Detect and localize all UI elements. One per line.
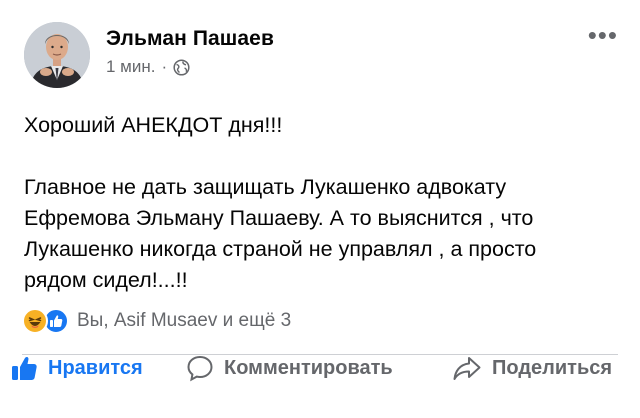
post-headline: Хороший АНЕКДОТ дня!!!	[24, 113, 283, 137]
reactions-bar[interactable]: Вы, Asif Musaev и ещё 3	[22, 308, 291, 334]
post-meta: Эльман Пашаев 1 мин. ·	[106, 27, 274, 77]
meta-separator: ·	[161, 57, 168, 76]
comment-bubble-icon	[187, 355, 213, 382]
comment-button[interactable]: Комментировать	[186, 354, 393, 382]
thumbs-up-icon	[12, 356, 37, 380]
haha-reaction-icon	[22, 308, 48, 334]
post-body: Хороший АНЕКДОТ дня!!! Главное не дать з…	[24, 110, 624, 296]
like-button[interactable]: Нравится	[10, 354, 143, 382]
author-name[interactable]: Эльман Пашаев	[106, 27, 274, 51]
post-header: Эльман Пашаев 1 мин. ·	[24, 22, 274, 88]
facebook-post: Эльман Пашаев 1 мин. · ••• Хороший АНЕКД…	[0, 0, 640, 418]
share-button[interactable]: Поделиться	[452, 354, 612, 382]
post-subline: 1 мин. ·	[106, 57, 274, 77]
post-timestamp[interactable]: 1 мин.	[106, 57, 155, 77]
more-options-icon[interactable]: •••	[588, 22, 618, 48]
reaction-icons	[22, 308, 69, 334]
avatar-portrait-icon	[24, 22, 90, 88]
share-arrow-icon	[453, 357, 481, 380]
post-paragraph: Главное не дать защищать Лукашенко адвок…	[24, 175, 537, 292]
comment-label: Комментировать	[224, 356, 393, 379]
reactions-summary[interactable]: Вы, Asif Musaev и ещё 3	[77, 310, 291, 332]
globe-icon[interactable]	[173, 58, 190, 76]
share-label: Поделиться	[492, 356, 613, 379]
avatar[interactable]	[24, 22, 90, 88]
like-label: Нравится	[48, 356, 143, 379]
